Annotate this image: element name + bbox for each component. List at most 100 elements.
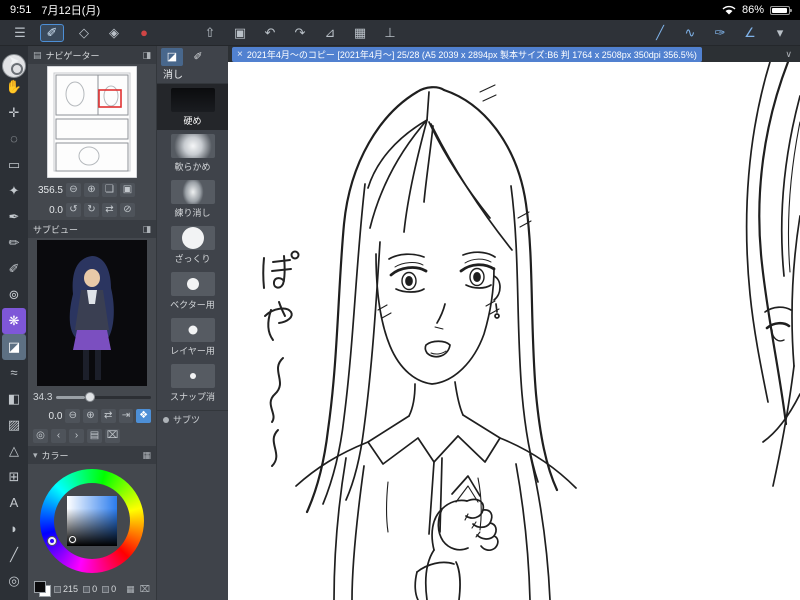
subtool-item-vector[interactable]: ベクター用 [157, 268, 228, 314]
subview-clear-icon[interactable]: ⌧ [105, 429, 120, 443]
export-icon[interactable]: ⇧ [200, 25, 220, 41]
subtool-item-kneaded[interactable]: 練り消し [157, 176, 228, 222]
subtool-panel-tools: ◪ ✐ [157, 46, 228, 68]
subtool-panel-footer[interactable]: サブツ [157, 410, 228, 428]
drawing-canvas[interactable]: ぽや〜〜 [228, 62, 800, 600]
subview-title: サブビュー [33, 224, 79, 235]
subview-open-folder-icon[interactable]: ▤ [87, 429, 102, 443]
curve-tool-icon[interactable]: ∿ [680, 25, 700, 41]
battery-icon [770, 5, 792, 15]
main-color-swatch[interactable] [34, 581, 46, 593]
figure-tool[interactable]: △ [2, 438, 26, 464]
color-swatches[interactable] [34, 581, 51, 597]
subtool-item-hard[interactable]: 硬め [157, 84, 228, 130]
angle-tool-icon[interactable]: ∠ [740, 25, 760, 41]
fit-screen-button[interactable]: ❏ [102, 183, 117, 197]
gallery-icon[interactable]: ▣ [230, 25, 250, 41]
pen-tool[interactable]: ✒ [2, 204, 26, 230]
navigator-title: ナビゲーター [45, 50, 100, 61]
eyedropper-tool[interactable]: ◎ [2, 568, 26, 594]
subtool-item-soft[interactable]: 軟らかめ [157, 130, 228, 176]
decoration-tool[interactable]: ❋ [2, 308, 26, 334]
zoom-in-button[interactable]: ⊕ [84, 183, 99, 197]
color-set-grid-icon[interactable]: ▦ [126, 584, 135, 595]
subview-prev-icon[interactable]: ‹ [51, 429, 66, 443]
timelapse-record-icon[interactable]: ● [134, 25, 154, 40]
menu-icon[interactable]: ☰ [10, 25, 30, 41]
edge-command-button[interactable] [2, 54, 26, 78]
subtool-b-icon[interactable]: ◈ [104, 25, 124, 41]
text-tool[interactable]: A [2, 490, 26, 516]
balloon-tool[interactable]: ◗ [2, 516, 26, 542]
trash-icon[interactable]: ⌧ [140, 584, 150, 595]
undo-icon[interactable]: ↶ [260, 25, 280, 41]
subview-image[interactable] [28, 238, 156, 388]
subview-next-button[interactable]: ⇥ [118, 409, 134, 423]
canvas-column: × 2021年4月〜のコピー [2021年4月〜] 25/28 (A5 2039… [228, 46, 800, 600]
rotate-cw-button[interactable]: ↻ [84, 203, 99, 217]
subview-next-icon[interactable]: › [69, 429, 84, 443]
lasso-tool[interactable]: ◌ [2, 126, 26, 152]
eraser-tool[interactable]: ◪ [2, 334, 26, 360]
hue-marker[interactable] [48, 537, 56, 545]
ruler-icon[interactable]: ⊥ [380, 25, 400, 41]
actual-size-button[interactable]: ▣ [120, 183, 135, 197]
line-correct-tool[interactable]: ╱ [2, 542, 26, 568]
pencil-tool[interactable]: ✏ [2, 230, 26, 256]
wand-tool[interactable]: ✦ [2, 178, 26, 204]
close-tab-icon[interactable]: × [237, 49, 243, 60]
blend-tool[interactable]: ≈ [2, 360, 26, 386]
active-tool-button[interactable]: ✐ [40, 23, 64, 42]
navigator-rotation-row: 0.0 ↺ ↻ ⇄ ⊘ [28, 200, 156, 220]
subview-zoom-out-button[interactable]: ⊖ [65, 409, 81, 423]
zoom-out-button[interactable]: ⊖ [66, 183, 81, 197]
subview-flip-button[interactable]: ⇄ [100, 409, 116, 423]
subtool-a-icon[interactable]: ◇ [74, 25, 94, 41]
selection-tool[interactable]: ▭ [2, 152, 26, 178]
subview-zoom-slider[interactable] [56, 391, 151, 402]
main-toolbar: ☰ ✐ ◇ ◈ ● ⇧ ▣ ↶ ↷ ⊿ ▦ ⊥ ╱ ∿ ✑ ∠ ▾ [0, 20, 800, 46]
subview-toggle-icon[interactable]: ◨ [142, 224, 151, 235]
color-grid-icon[interactable]: ▦ [142, 450, 151, 461]
brush-preview [170, 363, 215, 388]
flip-horizontal-button[interactable]: ⇄ [102, 203, 117, 217]
secondary-tool-icon[interactable]: ✐ [187, 48, 209, 66]
collapse-icon[interactable]: ▾ [33, 450, 38, 461]
sv-marker[interactable] [69, 536, 76, 543]
subview-eyedropper-icon[interactable]: ◎ [33, 429, 48, 443]
color-wheel[interactable] [40, 469, 144, 573]
subview-slider-value: 34.3 [33, 391, 53, 403]
subtool-item-rough[interactable]: ざっくり [157, 222, 228, 268]
transform-icon[interactable]: ⊿ [320, 25, 340, 41]
subtool-item-layer[interactable]: レイヤー用 [157, 314, 228, 360]
subview-rotation-value: 0.0 [48, 410, 63, 422]
vector-pen-icon[interactable]: ✑ [710, 25, 730, 41]
tab-collapse-icon[interactable]: ∨ [785, 49, 796, 60]
subview-zoom-slider-row: 34.3 [28, 388, 156, 406]
grid-icon[interactable]: ▦ [350, 25, 370, 41]
move-tool[interactable]: ✛ [2, 100, 26, 126]
subview-zoom-in-button[interactable]: ⊕ [83, 409, 98, 423]
navigator-preview[interactable] [28, 64, 156, 180]
rotate-ccw-button[interactable]: ↺ [66, 203, 81, 217]
subtool-panel: ◪ ✐ 消し 硬め 軟らかめ 練り消し ざっくり ベクター用 レイヤー用 スナッ… [156, 46, 228, 600]
toolbar-more-icon[interactable]: ▾ [770, 25, 790, 41]
subtool-item-snap[interactable]: スナップ消 [157, 360, 228, 406]
color-values-row: 215 0 0 ▦ ⌧ [28, 578, 156, 600]
brush-tool[interactable]: ✐ [2, 256, 26, 282]
color-wheel-area [28, 464, 156, 578]
panel-toggle-icon[interactable]: ◨ [142, 50, 151, 61]
airbrush-tool[interactable]: ⊚ [2, 282, 26, 308]
panel-menu-icon[interactable]: ▤ [33, 50, 42, 61]
line-tool-icon[interactable]: ╱ [650, 25, 670, 41]
tool-strip: ➤ ✋ ✛ ◌ ▭ ✦ ✒ ✏ ✐ ⊚ ❋ ◪ ≈ ◧ ▨ △ ⊞ A ◗ ╱ … [0, 46, 28, 600]
subview-header: サブビュー ◨ [28, 220, 156, 238]
redo-icon[interactable]: ↷ [290, 25, 310, 41]
subview-auto-switch-button[interactable]: ❖ [136, 409, 152, 423]
frame-tool[interactable]: ⊞ [2, 464, 26, 490]
current-tool-eraser-icon[interactable]: ◪ [161, 48, 183, 66]
reset-rotation-button[interactable]: ⊘ [120, 203, 135, 217]
gradient-tool[interactable]: ▨ [2, 412, 26, 438]
fill-tool[interactable]: ◧ [2, 386, 26, 412]
document-tab[interactable]: × 2021年4月〜のコピー [2021年4月〜] 25/28 (A5 2039… [232, 46, 702, 62]
